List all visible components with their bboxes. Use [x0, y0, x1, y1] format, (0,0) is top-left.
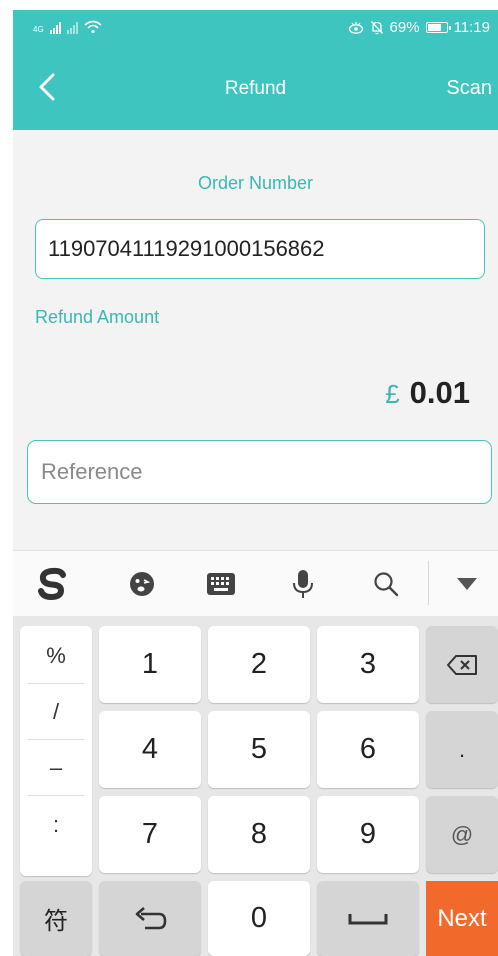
symbol-key-dash[interactable]: –: [28, 741, 84, 796]
backspace-key[interactable]: [426, 626, 498, 703]
sogou-s-icon: [38, 567, 66, 601]
refund-amount[interactable]: £ 0.01: [385, 375, 470, 411]
microphone-icon: [293, 570, 313, 598]
hide-keyboard-button[interactable]: [449, 566, 485, 602]
wifi-icon: [84, 20, 102, 34]
undo-key[interactable]: [99, 881, 201, 956]
currency-symbol: £: [385, 379, 400, 409]
symbol-key-percent[interactable]: %: [28, 629, 84, 684]
symbol-key-colon[interactable]: :: [28, 797, 84, 852]
emoji-button[interactable]: [124, 566, 160, 602]
voice-input-button[interactable]: [285, 566, 321, 602]
phone-screen: 4G 69% 11:19 Refund Scan Order Number 11…: [13, 10, 498, 956]
page-title: Refund: [224, 78, 287, 99]
signal-icon: [49, 21, 61, 34]
battery-percent: 69%: [389, 19, 420, 36]
symbols-key[interactable]: 符: [20, 881, 92, 956]
keyboard-search-button[interactable]: [368, 566, 404, 602]
status-bar: 4G 69% 11:19: [13, 10, 498, 48]
next-key[interactable]: Next: [426, 881, 498, 956]
chevron-down-icon: [457, 578, 477, 590]
keyboard-icon: [207, 573, 235, 595]
network-type: 4G: [33, 25, 44, 34]
key-8[interactable]: 8: [208, 796, 310, 873]
order-number-label: Order Number: [197, 173, 314, 193]
toolbar-divider: [428, 561, 429, 605]
period-key[interactable]: .: [426, 711, 498, 788]
key-0[interactable]: 0: [208, 881, 310, 956]
navigation-header: Refund Scan: [13, 66, 498, 114]
eye-comfort-icon: [348, 21, 363, 34]
reference-input[interactable]: [27, 440, 492, 504]
signal-2-icon: [66, 21, 78, 34]
space-icon: [348, 913, 388, 924]
app-header-bar: 4G 69% 11:19 Refund Scan: [13, 10, 498, 130]
key-4[interactable]: 4: [99, 711, 201, 788]
emoji-icon: [130, 572, 154, 596]
space-key[interactable]: [317, 881, 419, 956]
numeric-keypad: % / – : 1 2 3 4 5 6 . 7 8 9 @ 符 0 Next: [13, 616, 498, 956]
scan-button[interactable]: Scan: [446, 77, 492, 100]
keyboard-switch-button[interactable]: [203, 566, 239, 602]
amount-value: 0.01: [409, 375, 470, 410]
key-7[interactable]: 7: [99, 796, 201, 873]
undo-icon: [135, 906, 167, 929]
battery-icon: [425, 22, 451, 33]
keyboard-toolbar: [13, 550, 498, 616]
mute-bell-icon: [370, 21, 383, 35]
clock: 11:19: [453, 19, 490, 36]
symbol-column: % / – :: [20, 626, 92, 876]
at-key[interactable]: @: [426, 796, 498, 873]
key-6[interactable]: 6: [317, 711, 419, 788]
refund-form: Order Number 11907041119291000156862 Ref…: [13, 130, 498, 550]
key-9[interactable]: 9: [317, 796, 419, 873]
sogou-logo-button[interactable]: [35, 566, 71, 602]
symbol-key-slash[interactable]: /: [28, 685, 84, 740]
order-number-field[interactable]: 11907041119291000156862: [35, 219, 485, 279]
refund-amount-label: Refund Amount: [35, 307, 160, 327]
key-1[interactable]: 1: [99, 626, 201, 703]
backspace-icon: [447, 654, 477, 675]
key-3[interactable]: 3: [317, 626, 419, 703]
key-5[interactable]: 5: [208, 711, 310, 788]
search-icon: [374, 572, 399, 597]
key-2[interactable]: 2: [208, 626, 310, 703]
